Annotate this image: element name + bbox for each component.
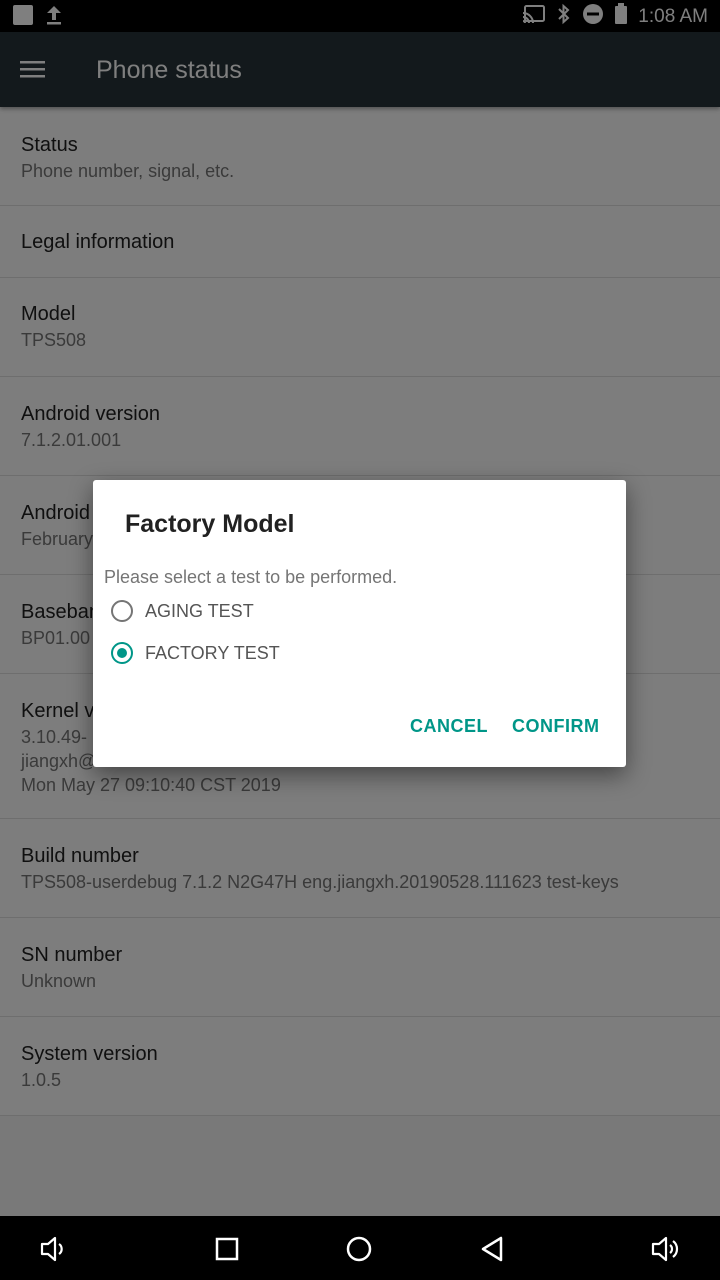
radio-button-checked[interactable] bbox=[111, 642, 133, 664]
option-label: AGING TEST bbox=[145, 601, 254, 621]
dialog-title: Factory Model bbox=[125, 510, 295, 538]
screen: 1:08 AM Phone status Status Phone number… bbox=[0, 0, 720, 1280]
radio-button-unchecked[interactable] bbox=[111, 600, 133, 622]
option-factory-test[interactable]: FACTORY TEST bbox=[111, 638, 280, 668]
volume-down-icon[interactable] bbox=[37, 1232, 71, 1266]
dialog-message: Please select a test to be performed. bbox=[104, 567, 398, 587]
option-label: FACTORY TEST bbox=[145, 643, 280, 663]
option-aging-test[interactable]: AGING TEST bbox=[111, 596, 254, 626]
factory-model-dialog: Factory Model Please select a test to be… bbox=[93, 480, 626, 767]
navigation-bar bbox=[0, 1216, 720, 1280]
recents-icon[interactable] bbox=[210, 1232, 244, 1266]
cancel-button[interactable]: CANCEL bbox=[410, 715, 488, 737]
confirm-button[interactable]: CONFIRM bbox=[512, 715, 600, 737]
back-icon[interactable] bbox=[476, 1232, 510, 1266]
home-icon[interactable] bbox=[342, 1232, 376, 1266]
volume-up-icon[interactable] bbox=[650, 1232, 684, 1266]
